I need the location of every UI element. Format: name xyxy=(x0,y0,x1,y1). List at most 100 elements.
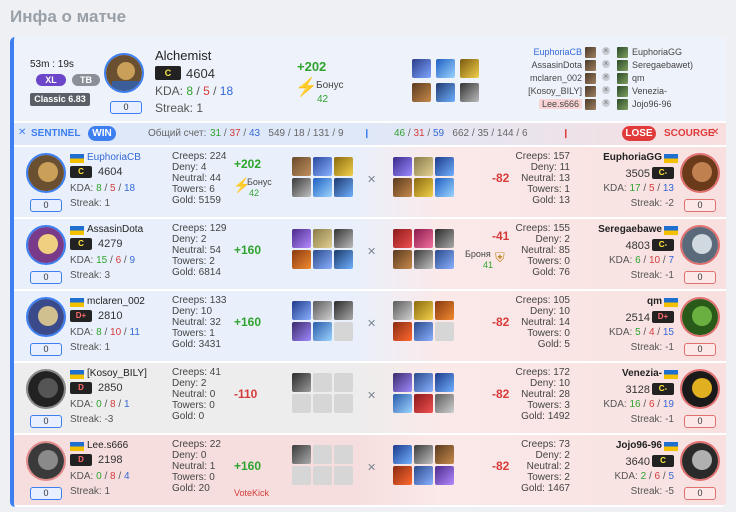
opp-player-name[interactable]: Jojo96-96 xyxy=(616,440,662,451)
item-slot[interactable] xyxy=(313,301,332,320)
item-slot[interactable] xyxy=(414,394,433,413)
item-slot[interactable] xyxy=(292,250,311,269)
item-slot[interactable] xyxy=(313,178,332,197)
summary-left-player[interactable]: EuphoriaCB xyxy=(533,47,582,57)
item-slot[interactable] xyxy=(292,301,311,320)
item-slot[interactable] xyxy=(436,59,455,78)
summary-left-player[interactable]: Lee.s666 xyxy=(538,99,582,109)
item-slot[interactable] xyxy=(435,178,454,197)
item-slot[interactable] xyxy=(292,229,311,248)
item-slot[interactable] xyxy=(414,157,433,176)
item-slot[interactable] xyxy=(313,229,332,248)
opp-player-name[interactable]: EuphoriaGG xyxy=(603,152,662,163)
player-avatar[interactable] xyxy=(26,225,66,265)
item-slot[interactable] xyxy=(436,83,455,102)
bonus-label: Бонус xyxy=(247,177,272,187)
item-slot[interactable] xyxy=(393,394,412,413)
item-slot[interactable] xyxy=(334,229,353,248)
stat-creeps: Creeps: 224 xyxy=(172,151,227,162)
item-slot[interactable] xyxy=(412,59,431,78)
item-slot[interactable] xyxy=(393,301,412,320)
item-slot[interactable] xyxy=(435,466,454,485)
hero-avatar[interactable] xyxy=(104,53,144,93)
opp-player-name[interactable]: Venezia- xyxy=(622,368,662,379)
summary-right-player[interactable]: Jojo96-96 xyxy=(632,99,672,109)
player-avatar[interactable] xyxy=(26,153,66,193)
item-slot[interactable] xyxy=(313,322,332,341)
summary-right-player[interactable]: EuphoriaGG xyxy=(632,47,682,57)
opp-player-avatar[interactable] xyxy=(680,369,720,409)
opp-player-name[interactable]: qm xyxy=(647,296,662,307)
item-slot[interactable] xyxy=(435,250,454,269)
item-slot[interactable] xyxy=(414,250,433,269)
item-slot[interactable] xyxy=(393,178,412,197)
item-slot[interactable] xyxy=(292,373,311,392)
right-score: 46 / 31 / 59 662 / 35 / 144 / 6 xyxy=(394,128,528,139)
opp-stat-deny: Deny: 11 xyxy=(530,162,570,173)
item-slot[interactable] xyxy=(435,301,454,320)
empty-item-slot xyxy=(313,394,332,413)
opp-player-avatar[interactable] xyxy=(680,225,720,265)
hero-name[interactable]: Alchemist xyxy=(155,48,211,63)
item-slot[interactable] xyxy=(292,157,311,176)
player-avatar[interactable] xyxy=(26,297,66,337)
item-slot[interactable] xyxy=(435,394,454,413)
item-slot[interactable] xyxy=(414,229,433,248)
summary-right-player[interactable]: Venezia- xyxy=(632,86,667,96)
item-slot[interactable] xyxy=(435,445,454,464)
opp-player-avatar[interactable] xyxy=(680,297,720,337)
item-slot[interactable] xyxy=(292,445,311,464)
player-name[interactable]: AssasinDota xyxy=(87,224,143,235)
summary-left-player[interactable]: [Kosoy_BILY] xyxy=(528,86,582,96)
item-slot[interactable] xyxy=(412,83,431,102)
vs-icon: × xyxy=(602,59,610,68)
item-slot[interactable] xyxy=(313,157,332,176)
item-slot[interactable] xyxy=(414,373,433,392)
item-slot[interactable] xyxy=(393,229,412,248)
item-slot[interactable] xyxy=(313,250,332,269)
item-slot[interactable] xyxy=(393,373,412,392)
player-avatar[interactable] xyxy=(26,369,66,409)
item-slot[interactable] xyxy=(414,178,433,197)
player-name[interactable]: [Kosoy_BILY] xyxy=(87,368,147,379)
player-level: 0 xyxy=(30,271,62,284)
item-slot[interactable] xyxy=(435,373,454,392)
player-avatar[interactable] xyxy=(26,441,66,481)
opp-player-name[interactable]: Seregaebawe xyxy=(598,224,662,235)
item-slot[interactable] xyxy=(292,322,311,341)
item-slot[interactable] xyxy=(393,157,412,176)
item-slot[interactable] xyxy=(414,322,433,341)
item-slot[interactable] xyxy=(460,83,479,102)
summary-left-player[interactable]: AssasinDota xyxy=(531,60,582,70)
item-slot[interactable] xyxy=(460,59,479,78)
item-slot[interactable] xyxy=(435,157,454,176)
summary-right-player[interactable]: Seregaebawet) xyxy=(632,60,693,70)
player-name[interactable]: mclaren_002 xyxy=(87,296,145,307)
player-row: 0 Lee.s666 D 2198 KDA: 0 / 8 / 4 Streak: 1 Cre… xyxy=(14,435,726,505)
item-slot[interactable] xyxy=(334,157,353,176)
item-slot[interactable] xyxy=(414,301,433,320)
player-name[interactable]: EuphoriaCB xyxy=(87,152,141,163)
opp-streak: Streak: -1 xyxy=(630,414,674,425)
item-slot[interactable] xyxy=(414,466,433,485)
item-slot[interactable] xyxy=(334,250,353,269)
item-slot[interactable] xyxy=(414,445,433,464)
votekick-label[interactable]: VoteKick xyxy=(234,488,269,498)
item-slot[interactable] xyxy=(393,250,412,269)
opp-player-avatar[interactable] xyxy=(680,153,720,193)
item-slot[interactable] xyxy=(334,301,353,320)
item-slot[interactable] xyxy=(435,229,454,248)
match-duration: 53m : 19s xyxy=(30,59,74,70)
item-slot[interactable] xyxy=(292,178,311,197)
item-slot[interactable] xyxy=(334,178,353,197)
summary-right-player[interactable]: qm xyxy=(632,73,645,83)
armor-value: 41 xyxy=(483,260,494,270)
summary-left-player[interactable]: mclaren_002 xyxy=(530,73,582,83)
stat-towers: Towers: 6 xyxy=(172,184,215,195)
item-slot[interactable] xyxy=(393,322,412,341)
opp-player-avatar[interactable] xyxy=(680,441,720,481)
opp-stat-towers: Towers: 1 xyxy=(527,184,570,195)
item-slot[interactable] xyxy=(393,445,412,464)
player-name[interactable]: Lee.s666 xyxy=(87,440,128,451)
item-slot[interactable] xyxy=(393,466,412,485)
